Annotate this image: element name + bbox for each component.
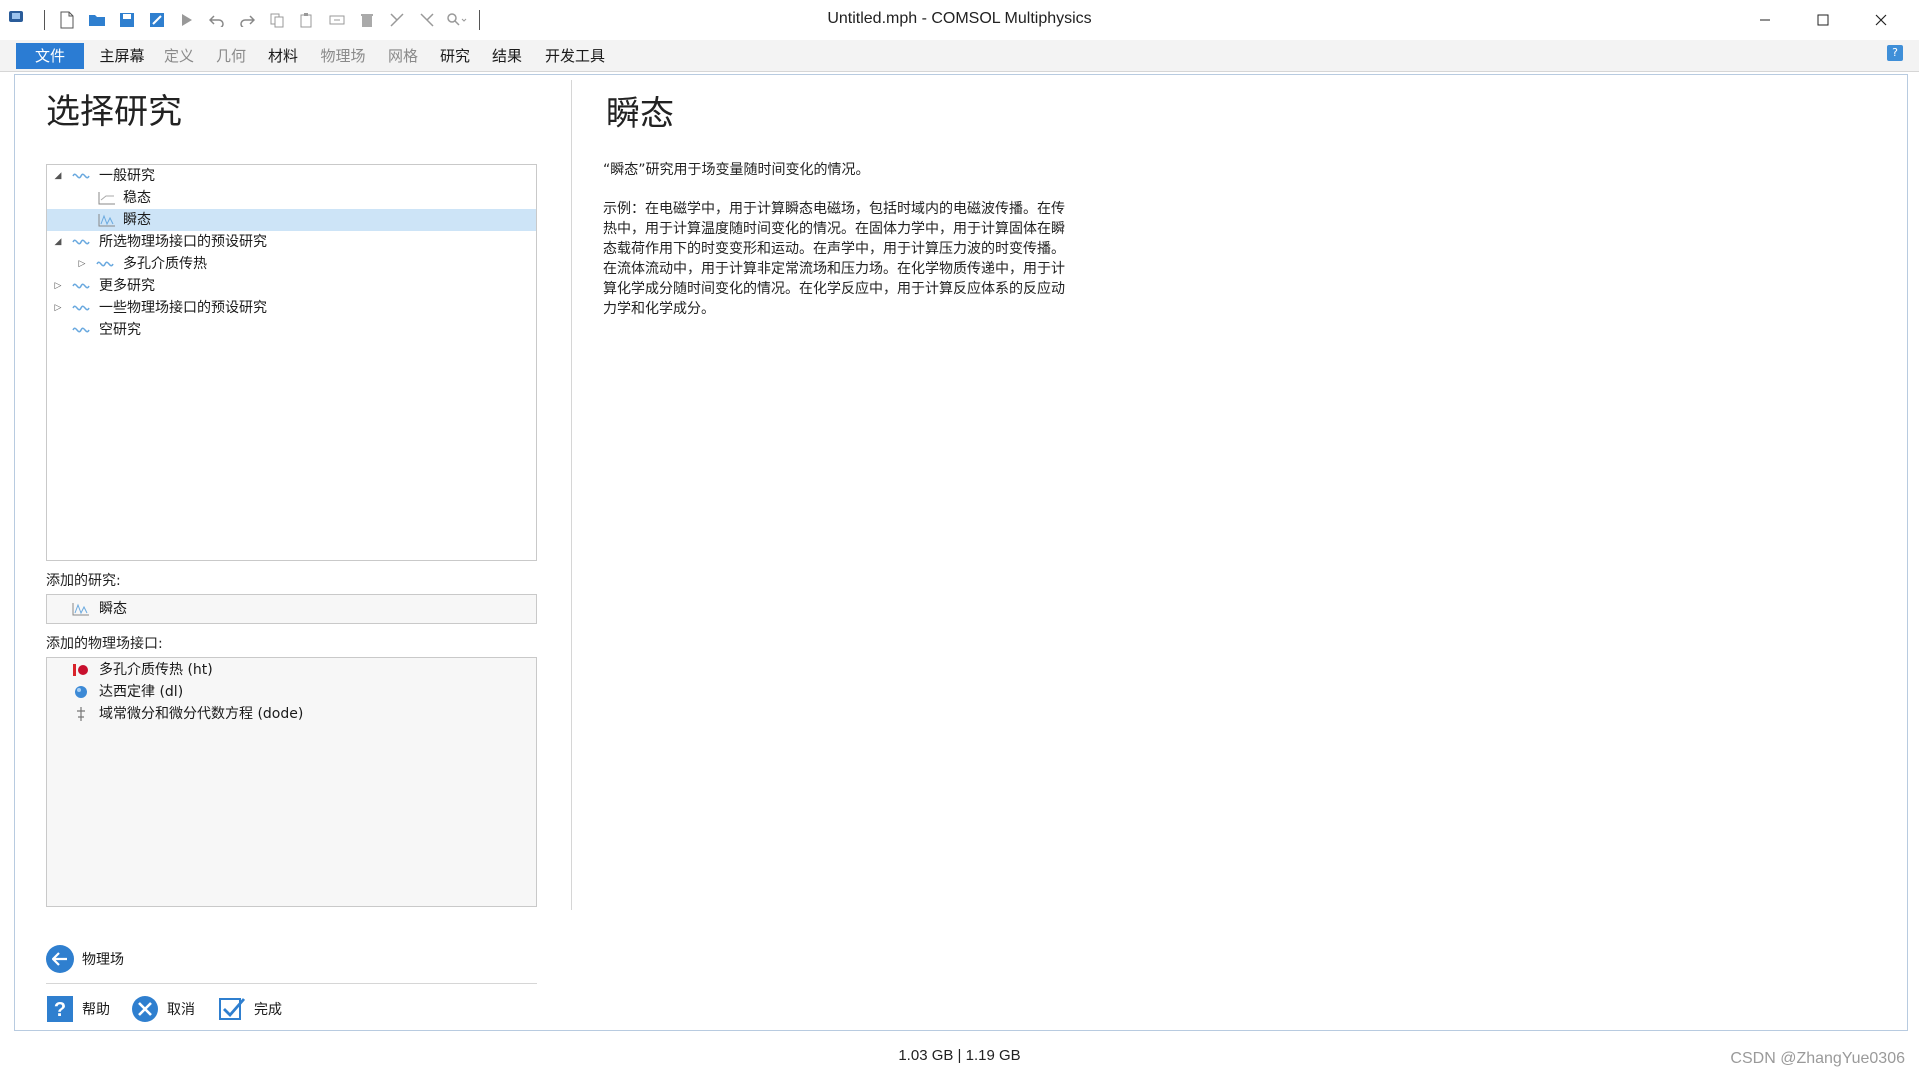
tab-results[interactable]: 结果 bbox=[486, 43, 528, 69]
ode-icon bbox=[77, 707, 85, 721]
help-button[interactable]: ? 帮助 bbox=[46, 994, 110, 1024]
svg-text:?: ? bbox=[54, 999, 66, 1021]
tab-geometry[interactable]: 几何 bbox=[210, 43, 252, 69]
example-line: 示例：在电磁学中，用于计算瞬态电磁场，包括时域内的电磁波传播。在传 bbox=[603, 201, 1065, 217]
arrow-left-icon bbox=[46, 945, 74, 973]
physics-label: 多孔介质传热 (ht) bbox=[99, 662, 213, 678]
example-line: 热中，用于计算温度随时间变化的情况。在固体力学中，用于计算固体在瞬 bbox=[603, 221, 1065, 237]
study-group-icon bbox=[96, 261, 114, 267]
cancel-icon bbox=[132, 996, 158, 1022]
stationary-icon bbox=[98, 192, 115, 205]
added-study-label: 瞬态 bbox=[99, 601, 127, 617]
added-physics-list: 多孔介质传热 (ht) 达西定律 (dl) 域常微分和微分代数方程 (dode) bbox=[46, 657, 537, 907]
tab-home[interactable]: 主屏幕 bbox=[94, 43, 150, 69]
tab-mesh[interactable]: 网格 bbox=[382, 43, 424, 69]
caret-expanded-icon[interactable]: ◢ bbox=[53, 231, 63, 253]
bottom-divider bbox=[46, 983, 537, 984]
caret-collapsed-icon[interactable]: ▷ bbox=[53, 275, 63, 297]
comsol-window: Untitled.mph - COMSOL Multiphysics 文件 主屏… bbox=[0, 0, 1919, 1079]
tree-item-label: 稳态 bbox=[123, 190, 151, 206]
study-group-icon bbox=[72, 283, 90, 289]
help-button-label: 帮助 bbox=[82, 1002, 110, 1018]
back-button-label: 物理场 bbox=[82, 952, 124, 968]
checkbox-check-icon bbox=[219, 998, 246, 1020]
maximize-button[interactable] bbox=[1794, 0, 1852, 40]
caret-collapsed-icon[interactable]: ▷ bbox=[53, 297, 63, 319]
select-study-title: 选择研究 bbox=[46, 92, 182, 132]
done-button-label: 完成 bbox=[254, 1002, 282, 1018]
help-icon: ? bbox=[47, 996, 73, 1022]
done-button[interactable]: 完成 bbox=[218, 994, 282, 1024]
example-line: 在流体流动中，用于计算非定常流场和压力场。在化学物质传递中，用于计 bbox=[603, 261, 1065, 277]
ribbon-help-icon[interactable]: ? bbox=[1887, 45, 1903, 61]
title-bar: Untitled.mph - COMSOL Multiphysics bbox=[0, 0, 1919, 40]
study-group-icon bbox=[72, 327, 90, 333]
study-group-icon bbox=[72, 239, 90, 245]
caret-collapsed-icon[interactable]: ▷ bbox=[77, 253, 87, 275]
example-line: 算化学成分随时间变化的情况。在化学反应中，用于计算反应体系的反应动 bbox=[603, 281, 1065, 297]
watermark: CSDN @ZhangYue0306 bbox=[1730, 1050, 1905, 1067]
tree-item-label: 一些物理场接口的预设研究 bbox=[99, 300, 267, 316]
caret-expanded-icon[interactable]: ◢ bbox=[53, 165, 63, 187]
minimize-button[interactable] bbox=[1736, 0, 1794, 40]
window-title: Untitled.mph - COMSOL Multiphysics bbox=[827, 10, 1092, 27]
tree-item-label: 所选物理场接口的预设研究 bbox=[99, 234, 267, 250]
transient-icon bbox=[72, 603, 89, 616]
cancel-button-label: 取消 bbox=[167, 1002, 195, 1018]
example-line: 力学和化学成分。 bbox=[603, 301, 715, 317]
study-detail-title: 瞬态 bbox=[606, 94, 674, 134]
study-group-icon bbox=[72, 305, 90, 311]
ribbon-tab-bar: 文件 主屏幕 定义 几何 材料 物理场 网格 研究 结果 开发工具 bbox=[0, 40, 1919, 72]
close-button[interactable] bbox=[1852, 0, 1910, 40]
memory-usage: 1.03 GB | 1.19 GB bbox=[898, 1047, 1021, 1064]
heat-transfer-icon bbox=[73, 664, 88, 676]
panel-divider bbox=[571, 80, 572, 910]
darcy-law-icon bbox=[75, 686, 87, 698]
tab-materials[interactable]: 材料 bbox=[262, 43, 304, 69]
tree-item-label: 一般研究 bbox=[99, 168, 155, 184]
study-examples: 示例：在电磁学中，用于计算瞬态电磁场，包括时域内的电磁波传播。在传 热中，用于计… bbox=[603, 199, 1103, 319]
added-studies-list: 瞬态 bbox=[46, 594, 537, 624]
tree-item-label: 瞬态 bbox=[123, 212, 151, 228]
study-summary: “瞬态”研究用于场变量随时间变化的情况。 bbox=[603, 162, 870, 178]
added-physics-label: 添加的物理场接口: bbox=[46, 636, 163, 652]
added-studies-label: 添加的研究: bbox=[46, 573, 121, 589]
tab-developer[interactable]: 开发工具 bbox=[538, 43, 612, 69]
tab-definitions[interactable]: 定义 bbox=[158, 43, 200, 69]
tree-item-label: 空研究 bbox=[99, 322, 141, 338]
physics-label: 域常微分和微分代数方程 (dode) bbox=[99, 706, 304, 722]
cancel-button[interactable]: 取消 bbox=[131, 994, 195, 1024]
tree-item-label: 多孔介质传热 bbox=[123, 256, 207, 272]
study-group-icon bbox=[72, 173, 90, 179]
tab-file[interactable]: 文件 bbox=[16, 43, 84, 69]
tab-physics[interactable]: 物理场 bbox=[314, 43, 372, 69]
tab-study[interactable]: 研究 bbox=[434, 43, 476, 69]
transient-icon bbox=[98, 214, 115, 227]
tree-item-label: 更多研究 bbox=[99, 278, 155, 294]
back-to-physics-button[interactable]: 物理场 bbox=[46, 944, 124, 974]
study-tree: ◢ 一般研究 稳态 瞬态 ◢ 所选物理场接口的预设研究 ▷ 多孔介质传热 ▷ 更… bbox=[46, 164, 537, 561]
tree-item-transient[interactable]: 瞬态 bbox=[47, 209, 536, 231]
example-line: 态载荷作用下的时变变形和运动。在声学中，用于计算压力波的时变传播。 bbox=[603, 241, 1065, 257]
physics-label: 达西定律 (dl) bbox=[99, 684, 184, 700]
